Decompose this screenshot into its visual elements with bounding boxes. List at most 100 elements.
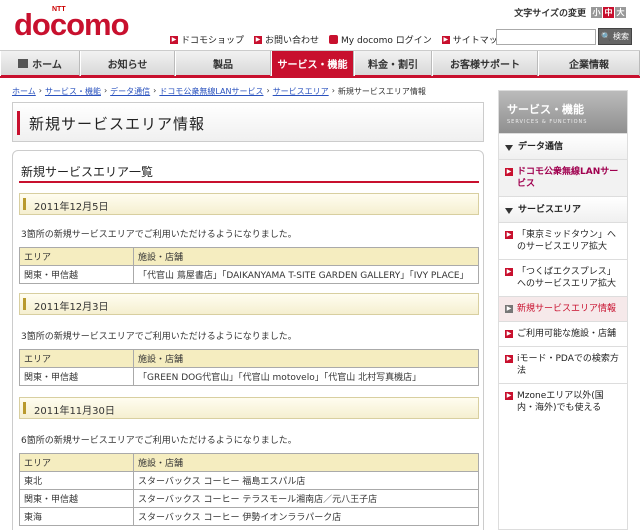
sidebar-item-tsukuba[interactable]: ▶ 「つくばエクスプレス」へのサービスエリア拡大 [499, 259, 627, 296]
main-content: 新規サービスエリア一覧 2011年12月5日 3箇所の新規サービスエリアでご利用… [12, 150, 484, 530]
gnav-corporate[interactable]: 企業情報 [538, 51, 640, 76]
sidebar-item-new-areas[interactable]: ▶ 新規サービスエリア情報 [499, 296, 627, 321]
arrow-right-icon: ▶ [505, 168, 513, 176]
col-facility: 施設・店舗 [133, 247, 479, 266]
font-size-large-button[interactable]: 大 [615, 7, 626, 18]
date-header: 2011年12月5日 [19, 193, 479, 215]
date-label: 2011年12月3日 [34, 302, 109, 313]
section-note: 6箇所の新規サービスエリアでご利用いただけるようになりました。 [21, 436, 297, 446]
breadcrumb-sep: › [331, 86, 335, 95]
cell-area: 関東・甲信越 [19, 489, 134, 508]
search-button[interactable]: 🔍 検索 [598, 28, 632, 45]
link-label: お問い合わせ [265, 36, 320, 46]
gnav-news[interactable]: お知らせ [80, 51, 175, 76]
global-nav: ホーム お知らせ 製品 サービス・機能 料金・割引 お客様サポート 企業情報 [0, 50, 640, 78]
cell-facility: 「代官山 蔦屋書店」「DAIKANYAMA T-SITE GARDEN GALL… [133, 265, 479, 284]
date-accent-bar [23, 198, 26, 210]
sidebar-item-label: iモード・PDAでの検索方法 [517, 354, 619, 376]
table-row: 関東・甲信越 スターバックス コーヒー テラスモール湘南店／元八王子店 [19, 489, 479, 508]
sidebar-item-data[interactable]: データ通信 [499, 133, 627, 159]
col-facility: 施設・店舗 [133, 349, 479, 368]
table-header-row: エリア 施設・店舗 [19, 349, 479, 368]
date-label: 2011年12月5日 [34, 202, 109, 213]
title-accent-bar [17, 111, 20, 135]
breadcrumb-services[interactable]: サービス・機能 [45, 86, 101, 97]
sidebar-item-label: サービスエリア [518, 204, 582, 215]
sidebar-item-service-area[interactable]: サービスエリア [499, 196, 627, 222]
link-contact[interactable]: ▶ お問い合わせ [254, 33, 319, 46]
home-icon [18, 59, 29, 68]
section-heading: 新規サービスエリア一覧 [21, 165, 154, 179]
cell-area: 関東・甲信越 [19, 265, 134, 284]
font-size-medium-button[interactable]: 中 [603, 7, 614, 18]
sidebar-item-label: データ通信 [518, 141, 564, 152]
gnav-label: 製品 [213, 60, 233, 71]
heading-underline [19, 181, 479, 183]
arrow-icon: ▶ [254, 35, 263, 44]
table-header-row: エリア 施設・店舗 [19, 453, 479, 472]
area-table: エリア 施設・店舗 関東・甲信越 「代官山 蔦屋書店」「DAIKANYAMA T… [19, 247, 479, 284]
font-size-label: 文字サイズの変更 [514, 9, 586, 19]
sidebar-item-mzone[interactable]: ▶ Mzoneエリア以外(国内・海外)でも使える [499, 383, 627, 420]
cell-facility: 「GREEN DOG代官山」「代官山 motovelo」「代官山 北村写真機店」 [133, 367, 479, 386]
breadcrumb-sep: › [266, 86, 270, 95]
arrow-right-icon: ▶ [505, 392, 513, 400]
link-label: ドコモショップ [181, 36, 245, 46]
cell-area: 東海 [19, 507, 134, 526]
arrow-icon: ▶ [170, 35, 178, 44]
breadcrumb-home[interactable]: ホーム [12, 86, 36, 97]
sidebar-item-label: 「東京ミッドタウン」へのサービスエリア拡大 [517, 230, 617, 252]
gnav-label: ホーム [32, 60, 62, 71]
col-area: エリア [19, 453, 134, 472]
sidebar-item-label: ドコモ公衆無線LANサービス [517, 167, 619, 189]
page-title-box: 新規サービスエリア情報 [12, 102, 484, 142]
area-table: エリア 施設・店舗 東北 スターバックス コーヒー 福島エスパル店 関東・甲信越… [19, 453, 479, 526]
date-accent-bar [23, 298, 26, 310]
gnav-label: 企業情報 [569, 60, 609, 71]
breadcrumb-area[interactable]: サービスエリア [273, 86, 329, 97]
sidebar-item-label: ご利用可能な施設・店舗 [517, 329, 617, 339]
cell-facility: スターバックス コーヒー テラスモール湘南店／元八王子店 [133, 489, 479, 508]
date-header: 2011年12月3日 [19, 293, 479, 315]
arrow-icon: ▶ [441, 35, 450, 44]
arrow-right-icon: ▶ [505, 268, 513, 276]
gnav-products[interactable]: 製品 [175, 51, 271, 76]
sidebar-item-facilities[interactable]: ▶ ご利用可能な施設・店舗 [499, 321, 627, 346]
table-header-row: エリア 施設・店舗 [19, 247, 479, 266]
sidebar-item-midtown[interactable]: ▶ 「東京ミッドタウン」へのサービスエリア拡大 [499, 222, 627, 259]
cell-area: 東北 [19, 471, 134, 490]
breadcrumb-sep: › [103, 86, 108, 95]
breadcrumb-sep: › [38, 86, 42, 95]
date-label: 2011年11月30日 [34, 406, 115, 417]
gnav-services[interactable]: サービス・機能 [271, 51, 354, 76]
link-docomo-shop[interactable]: ▶ ドコモショップ [170, 33, 244, 46]
logo-ntt: NTT [52, 6, 66, 13]
page-title: 新規サービスエリア情報 [29, 115, 206, 133]
table-row: 関東・甲信越 「GREEN DOG代官山」「代官山 motovelo」「代官山 … [19, 367, 479, 386]
sidebar-title-en: SERVICES & FUNCTIONS [507, 119, 588, 125]
font-size-small-button[interactable]: 小 [591, 7, 602, 18]
cell-area: 関東・甲信越 [19, 367, 134, 386]
breadcrumb-wifi[interactable]: ドコモ公衆無線LANサービス [159, 86, 263, 97]
sidebar-item-imode-search[interactable]: ▶ iモード・PDAでの検索方法 [499, 346, 627, 383]
gnav-home[interactable]: ホーム [0, 51, 80, 76]
link-my-docomo-login[interactable]: My docomo ログイン [329, 33, 432, 46]
sidebar-item-label: 「つくばエクスプレス」へのサービスエリア拡大 [517, 267, 617, 289]
search-input[interactable] [496, 29, 596, 45]
my-docomo-icon [329, 35, 339, 44]
docomo-logo[interactable]: NTT docomo [14, 6, 130, 40]
gnav-pricing[interactable]: 料金・割引 [354, 51, 432, 76]
sidebar-title: サービス・機能 [507, 103, 584, 116]
gnav-support[interactable]: お客様サポート [432, 51, 538, 76]
search-button-label: 検索 [612, 32, 629, 41]
section-note: 3箇所の新規サービスエリアでご利用いただけるようになりました。 [21, 332, 297, 342]
gnav-label: お知らせ [107, 60, 148, 71]
col-facility: 施設・店舗 [133, 453, 479, 472]
gnav-label: サービス・機能 [277, 60, 348, 71]
sidebar-item-wifi[interactable]: ▶ ドコモ公衆無線LANサービス [499, 159, 627, 196]
arrow-right-icon: ▶ [505, 330, 513, 338]
breadcrumb-data[interactable]: データ通信 [110, 86, 150, 97]
sidebar-item-label: Mzoneエリア以外(国内・海外)でも使える [517, 391, 604, 413]
date-accent-bar [23, 402, 26, 414]
sidebar-item-label: 新規サービスエリア情報 [517, 304, 617, 314]
